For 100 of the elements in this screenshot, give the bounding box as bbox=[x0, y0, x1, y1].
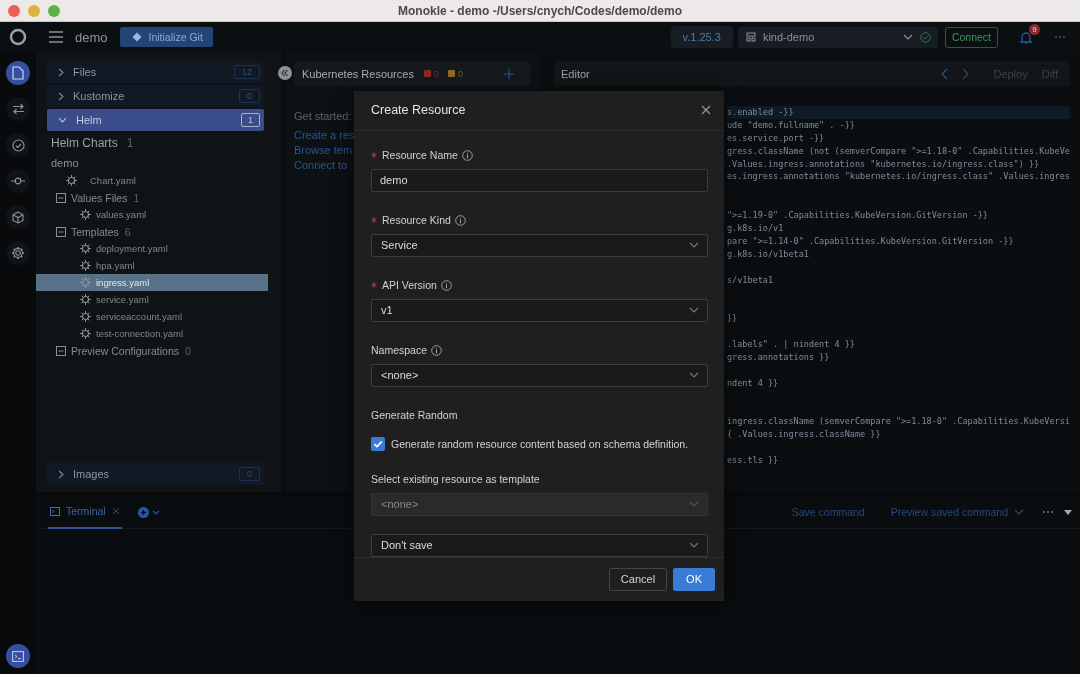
tree-item[interactable]: ingress.yaml bbox=[36, 274, 268, 291]
code-line: gress.annotations }} bbox=[727, 350, 831, 364]
code-line: ndent 4 }} bbox=[727, 376, 780, 390]
error-count: 0 bbox=[433, 68, 439, 79]
tree-item[interactable]: values.yaml bbox=[36, 206, 268, 223]
select-field[interactable]: v1 bbox=[371, 298, 708, 322]
add-terminal-icon[interactable] bbox=[137, 506, 160, 518]
tree-group: Templates bbox=[71, 225, 119, 238]
select-field[interactable]: Service bbox=[371, 233, 708, 257]
code-line: ess.tls }} bbox=[727, 454, 780, 467]
window-control-icon bbox=[28, 4, 40, 17]
field-label: Generate Random bbox=[371, 409, 458, 422]
wheel-icon bbox=[66, 175, 77, 186]
settings-icon bbox=[11, 246, 25, 260]
close-icon[interactable] bbox=[701, 105, 711, 116]
code-line: gress.className (not (semverCompare ">=1.18-0" .Capabilities.KubeVe bbox=[727, 144, 1070, 158]
chart-name: demo bbox=[50, 156, 80, 169]
caret-down-icon[interactable] bbox=[1064, 509, 1072, 515]
cube-icon bbox=[12, 210, 24, 224]
checkbox[interactable] bbox=[371, 436, 385, 451]
sidebar-tab[interactable] bbox=[6, 133, 30, 157]
code-line: { .Values.ingress.className }} bbox=[727, 428, 882, 442]
ok-button[interactable]: OK bbox=[673, 567, 715, 591]
version-badge: v.1.25.3 bbox=[670, 26, 733, 48]
app-logo-icon bbox=[9, 28, 27, 46]
section-header[interactable]: Images 0 bbox=[47, 463, 264, 485]
sidebar-tab[interactable] bbox=[6, 169, 30, 193]
sidebar-tab[interactable] bbox=[6, 97, 30, 121]
chevron-down-icon bbox=[1014, 509, 1024, 515]
cluster-icon bbox=[745, 32, 756, 42]
wheel-icon bbox=[80, 243, 91, 254]
terminal-icon bbox=[50, 506, 60, 516]
sidebar-tab[interactable] bbox=[6, 644, 30, 668]
tree-item[interactable]: deployment.yaml bbox=[36, 240, 268, 257]
wheel-icon bbox=[80, 311, 91, 322]
tree-item[interactable]: test-connection.yaml bbox=[36, 325, 268, 342]
checkbox-label: Generate random resource content based on schema definition. bbox=[391, 437, 689, 450]
tree-item[interactable]: hpa.yaml bbox=[36, 257, 268, 274]
select-field[interactable]: <none> bbox=[371, 363, 708, 387]
error-icon bbox=[423, 70, 431, 77]
code-line: .Values.ingress.annotations "kubernetes.io/ingress.class") }} bbox=[727, 157, 1041, 171]
intro-text: Get started: bbox=[294, 110, 353, 122]
code-line: g.k8s.io/v1 bbox=[727, 222, 785, 235]
warning-icon bbox=[447, 70, 455, 77]
code-line: ude "demo.fullname" . -}} bbox=[727, 118, 856, 132]
field-label: API Version bbox=[382, 279, 437, 292]
item-count: 0 bbox=[184, 344, 191, 357]
warning-count: 0 bbox=[457, 68, 464, 79]
text-input[interactable]: demo bbox=[371, 168, 708, 192]
code-line: }} bbox=[727, 312, 739, 326]
section-header[interactable]: Kustomize 0 bbox=[47, 85, 264, 107]
section-header[interactable]: Files 12 bbox=[47, 61, 264, 83]
tree-item[interactable]: service.yaml bbox=[36, 291, 268, 308]
terminal-tab[interactable]: Terminal bbox=[48, 495, 122, 529]
item-count: 1 bbox=[126, 136, 134, 150]
project-name: demo bbox=[75, 29, 108, 45]
menu-icon[interactable] bbox=[49, 31, 63, 43]
code-line: ingress.className (semverCompare ">=1.18-0" .Capabilities.KubeVersi bbox=[727, 415, 1070, 429]
tree-item[interactable]: Chart.yaml bbox=[36, 172, 268, 189]
cancel-button[interactable]: Cancel bbox=[608, 567, 668, 591]
chevron-down-icon bbox=[689, 242, 699, 249]
code-line: es.ingress.annotations "kubernetes.io/ingress.class" .Values.ingres bbox=[727, 170, 1070, 184]
bell-icon[interactable] bbox=[1020, 30, 1032, 44]
wheel-icon bbox=[80, 294, 91, 305]
notification-badge: 9 bbox=[1029, 23, 1040, 35]
collapse-icon[interactable] bbox=[56, 226, 66, 237]
swap-icon bbox=[11, 103, 25, 115]
check-circle-icon bbox=[11, 138, 25, 152]
field-label: Resource Kind bbox=[382, 214, 451, 227]
collapse-icon[interactable] bbox=[56, 192, 66, 203]
tree-item[interactable]: serviceaccount.yaml bbox=[36, 308, 268, 325]
cluster-select[interactable]: kind-demo bbox=[737, 26, 938, 48]
item-count: 1 bbox=[133, 191, 140, 204]
field-label: Resource Name bbox=[382, 149, 458, 162]
window-control-icon bbox=[8, 4, 20, 17]
wheel-icon bbox=[80, 328, 91, 339]
chevron-right-icon bbox=[58, 469, 64, 479]
select-field[interactable]: Don't save bbox=[371, 533, 708, 557]
chevron-right-icon bbox=[58, 67, 64, 77]
field-label: Namespace bbox=[371, 344, 428, 357]
section-header[interactable]: Helm 1 bbox=[47, 109, 264, 131]
chevron-down-icon bbox=[902, 34, 913, 40]
sidebar-tab[interactable] bbox=[6, 205, 30, 229]
chevron-right-icon bbox=[58, 91, 64, 101]
check-circle-icon bbox=[919, 31, 931, 43]
count-badge: 12 bbox=[234, 65, 260, 79]
collapse-icon[interactable] bbox=[56, 345, 66, 356]
count-badge: 0 bbox=[239, 467, 260, 481]
collapse-panel-icon[interactable] bbox=[278, 66, 292, 80]
field-label: Select existing resource as template bbox=[371, 473, 540, 486]
sidebar-tab[interactable] bbox=[6, 241, 30, 265]
code-line: pare ">=1.14-0" .Capabilities.KubeVersion.GitVersion -}} bbox=[727, 234, 1015, 248]
connect-button[interactable]: Connect bbox=[944, 26, 998, 48]
initialize-git-button[interactable]: Initialize Git bbox=[119, 27, 213, 47]
count-badge: 0 bbox=[239, 89, 260, 103]
terminal-icon bbox=[12, 650, 24, 662]
chevron-down-icon bbox=[689, 501, 699, 508]
code-line: ">=1.19-0" .Capabilities.KubeVersion.GitVersion -}} bbox=[727, 209, 989, 222]
sidebar-tab[interactable] bbox=[6, 61, 30, 85]
more-icon[interactable] bbox=[1042, 510, 1054, 514]
